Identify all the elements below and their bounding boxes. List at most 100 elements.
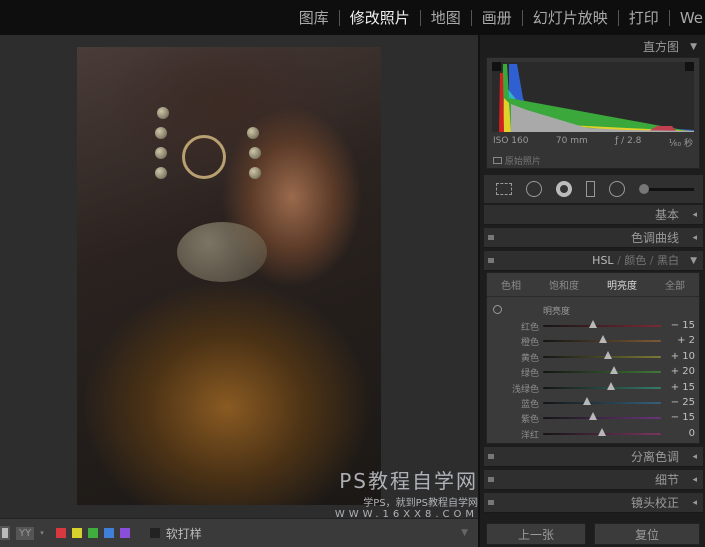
targeted-adjustment-icon[interactable] (493, 305, 502, 314)
module-slideshow[interactable]: 幻灯片放映 (521, 9, 618, 26)
slider-value[interactable]: − 25 (671, 397, 695, 408)
shutter-readout: ¹⁄₆₀ 秒 (668, 139, 693, 149)
slider-thumb[interactable] (603, 350, 612, 359)
bottom-toolbar: YY ▾ 软打样 ▼ (0, 518, 478, 547)
slider-track[interactable] (543, 381, 661, 390)
slider-label: 红色 (520, 323, 539, 333)
slider-row: 蓝色 − 25 (487, 396, 701, 410)
slider-label: 黄色 (520, 353, 539, 364)
soft-proof-label: 软打样 (165, 526, 202, 541)
watermark-title: PS教程自学网 (339, 469, 478, 493)
color-label-yellow[interactable] (71, 528, 82, 538)
color-label-red[interactable] (55, 528, 66, 538)
hsl-panel: 色相 饱和度 明亮度 全部 明亮度 红色 − 15 橙色 + 2 黄色 + 10 绿色… (486, 272, 700, 444)
tab-hue[interactable]: 色相 (501, 277, 521, 292)
module-nav: 图库 修改照片 地图 画册 幻灯片放映 打印 We (0, 0, 705, 35)
module-book[interactable]: 画册 (470, 9, 522, 26)
histogram-header[interactable]: 直方图 ▼ (484, 37, 703, 57)
slider-value[interactable]: + 20 (671, 366, 695, 377)
watermark-subtitle: 学PS，就到PS教程自学网 (363, 498, 478, 509)
slider-value[interactable]: + 10 (671, 351, 695, 362)
hsl-tab[interactable]: HSL (592, 254, 613, 267)
slider-label: 橙色 (520, 338, 539, 349)
highlight-clipping-icon (685, 62, 694, 71)
watermark: PS教程自学网 学PS，就到PS教程自学网 WWW.16XX8.COM (335, 465, 478, 520)
module-library[interactable]: 图库 (289, 10, 339, 26)
adjustment-brush-slider[interactable] (639, 183, 694, 194)
slider-row: 浅绿色 + 15 (487, 381, 701, 395)
original-photo-label: 原始照片 (504, 157, 541, 167)
module-develop[interactable]: 修改照片 (338, 9, 420, 26)
crop-icon[interactable] (496, 183, 512, 195)
slider-track[interactable] (543, 320, 661, 328)
tab-all[interactable]: 全部 (665, 277, 685, 292)
slider-row: 黄色 + 10 (487, 350, 701, 364)
slider-thumb[interactable] (589, 320, 598, 328)
focal-readout: 70 mm (555, 136, 588, 146)
radial-filter-icon[interactable] (609, 181, 625, 197)
module-web[interactable]: We (668, 9, 705, 26)
aperture-readout: ƒ / 2.8 (615, 136, 642, 146)
slider-value[interactable]: − 15 (671, 412, 695, 423)
slider-thumb[interactable] (606, 381, 615, 390)
color-label-purple[interactable] (119, 528, 130, 538)
slider-thumb[interactable] (609, 366, 618, 375)
toolbar-menu-icon[interactable]: ▼ (461, 528, 468, 538)
before-after-button[interactable]: YY (16, 526, 35, 540)
panel-lens-correction[interactable]: 镜头校正 ◂ (484, 493, 703, 513)
panel-basic[interactable]: 基本 ◂ (484, 205, 703, 225)
panel-hsl-header[interactable]: HSL / 颜色 / 黑白 ▼ (484, 251, 703, 271)
soft-proof-checkbox[interactable] (149, 528, 160, 538)
color-tab[interactable]: 颜色 (624, 254, 646, 267)
histogram: ISO 160 70 mm ƒ / 2.8 ¹⁄₆₀ 秒 原始照片 (486, 57, 700, 169)
histogram-title: 直方图 (642, 40, 679, 54)
slider-label: 洋红 (520, 430, 539, 441)
slider-value[interactable]: − 15 (671, 320, 695, 331)
chevron-down-icon[interactable]: ▾ (40, 529, 44, 537)
slider-track[interactable] (543, 350, 661, 359)
slider-row: 绿色 + 20 (487, 365, 701, 379)
module-print[interactable]: 打印 (617, 9, 669, 26)
slider-row: 紫色 − 15 (487, 411, 701, 425)
section-label: 明亮度 (543, 307, 571, 317)
slider-track[interactable] (543, 397, 661, 405)
red-eye-icon[interactable] (556, 181, 572, 197)
slider-label: 紫色 (520, 415, 539, 426)
view-mode-icon[interactable] (0, 526, 10, 540)
slider-value[interactable]: + 2 (677, 335, 695, 346)
slider-value[interactable]: 0 (689, 428, 695, 439)
panel-detail[interactable]: 细节 ◂ (484, 470, 703, 490)
panel-tone-curve[interactable]: 色调曲线 ◂ (484, 228, 703, 248)
spot-removal-icon[interactable] (526, 181, 542, 197)
slider-label: 浅绿色 (511, 384, 539, 395)
tab-saturation[interactable]: 饱和度 (549, 277, 579, 292)
module-map[interactable]: 地图 (419, 9, 471, 26)
slider-track[interactable] (543, 412, 661, 421)
color-label-blue[interactable] (103, 528, 114, 538)
slider-thumb[interactable] (589, 412, 598, 421)
slider-row: 红色 − 15 (487, 319, 701, 333)
reset-button[interactable]: 复位 (594, 523, 700, 545)
slider-thumb[interactable] (583, 397, 592, 405)
histogram-graph (492, 62, 694, 132)
panel-split-toning[interactable]: 分离色调 ◂ (484, 447, 703, 467)
shadow-clipping-icon (492, 62, 501, 71)
slider-label: 蓝色 (520, 400, 539, 410)
slider-label: 绿色 (520, 369, 539, 380)
bw-tab[interactable]: 黑白 (657, 254, 679, 267)
slider-track[interactable] (543, 335, 661, 344)
graduated-filter-icon[interactable] (586, 181, 595, 197)
tab-luminance[interactable]: 明亮度 (607, 277, 637, 292)
slider-value[interactable]: + 15 (671, 382, 695, 393)
collapse-icon[interactable]: ▼ (690, 37, 697, 57)
previous-button[interactable]: 上一张 (486, 523, 586, 545)
slider-thumb[interactable] (599, 335, 608, 344)
original-photo-checkbox[interactable] (493, 157, 502, 164)
tool-strip (484, 175, 703, 203)
photo-preview[interactable] (77, 47, 381, 505)
slider-thumb[interactable] (598, 427, 606, 436)
slider-track[interactable] (543, 427, 661, 436)
slider-row: 橙色 + 2 (487, 334, 701, 348)
color-label-green[interactable] (87, 528, 98, 538)
slider-track[interactable] (543, 366, 661, 375)
